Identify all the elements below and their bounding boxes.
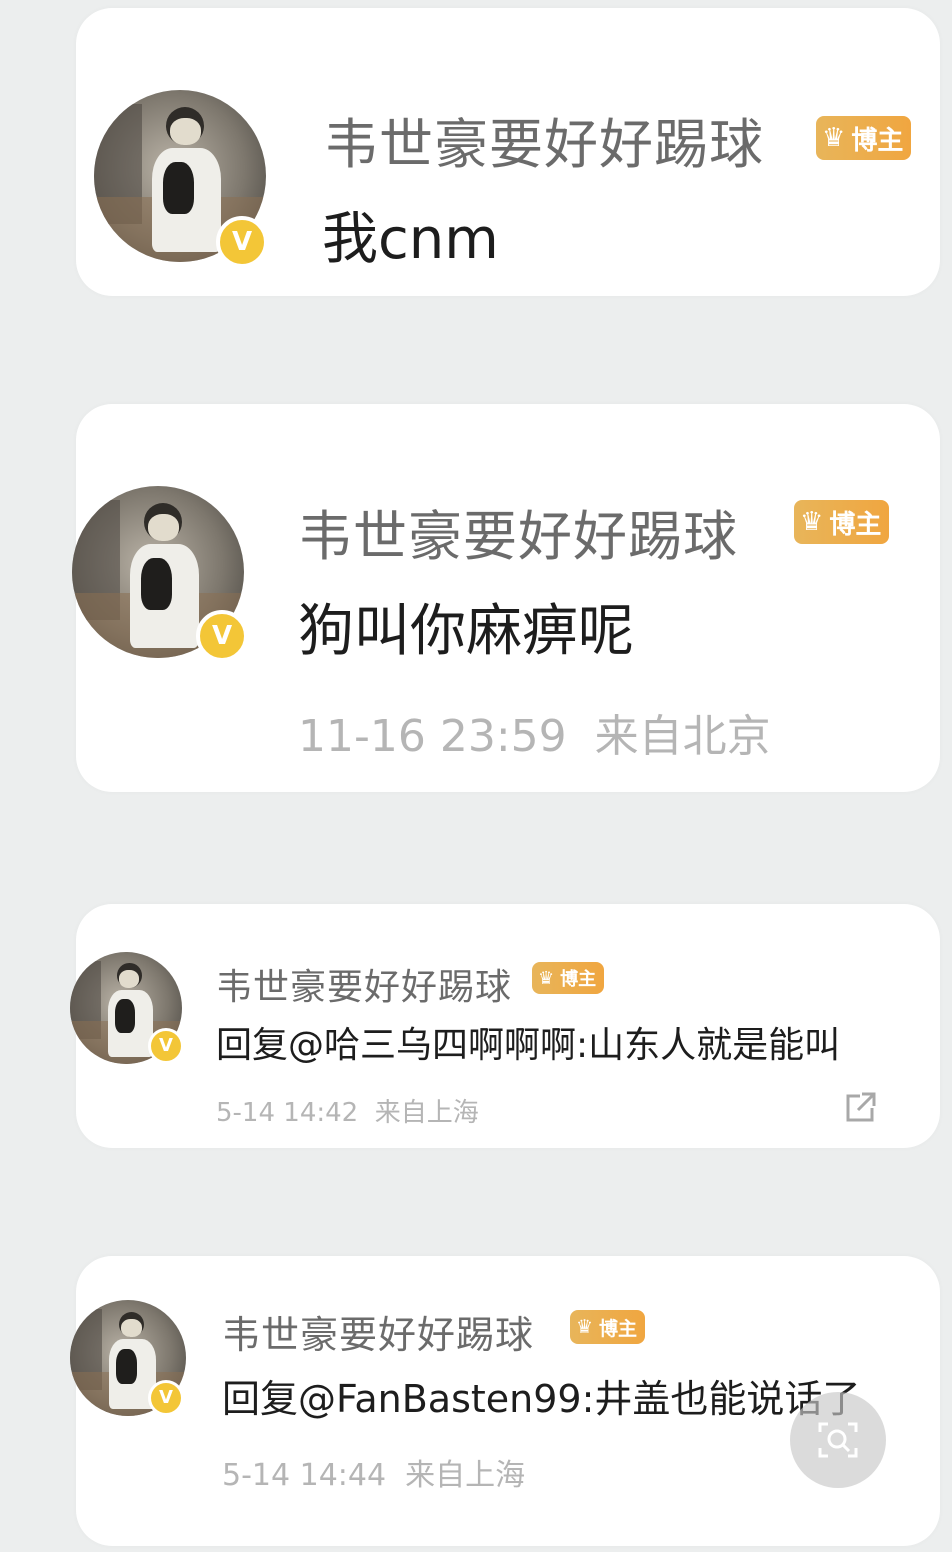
comment-meta: 11-16 23:59 来自北京 bbox=[298, 711, 771, 762]
badge-label: 博主 bbox=[599, 1317, 638, 1340]
blogger-badge: ♛ 博主 bbox=[570, 1310, 646, 1344]
crown-icon: ♛ bbox=[576, 1316, 594, 1338]
comment-meta: 5-14 14:44 来自上海 bbox=[222, 1458, 526, 1493]
username[interactable]: 韦世豪要好好踢球 bbox=[324, 100, 764, 179]
verified-v-icon: V bbox=[148, 1380, 184, 1416]
crown-icon: ♛ bbox=[822, 123, 846, 153]
comment-text: 狗叫你麻痹呢 bbox=[298, 599, 634, 664]
crown-icon: ♛ bbox=[800, 507, 824, 537]
image-search-icon[interactable] bbox=[790, 1392, 886, 1488]
badge-label: 博主 bbox=[851, 125, 904, 156]
verified-v-icon: V bbox=[196, 610, 248, 662]
badge-label: 博主 bbox=[829, 509, 882, 540]
blogger-badge: ♛ 博主 bbox=[816, 116, 912, 160]
verified-v-icon: V bbox=[216, 216, 268, 268]
comment-text: 回复@FanBasten99:井盖也能说话了 bbox=[222, 1377, 861, 1421]
blogger-badge: ♛ 博主 bbox=[794, 500, 890, 544]
username[interactable]: 韦世豪要好好踢球 bbox=[222, 1304, 534, 1359]
crown-icon: ♛ bbox=[538, 967, 555, 989]
comment-text: 回复@哈三乌四啊啊啊:山东人就是能叫 bbox=[216, 1025, 841, 1066]
comment-card[interactable]: V 韦世豪要好好踢球 ♛ 博主 回复@哈三乌四啊啊啊:山东人就是能叫 5-14 … bbox=[70, 904, 940, 1148]
comment-meta: 5-14 14:42 来自上海 bbox=[216, 1098, 479, 1128]
comment-card[interactable]: V 韦世豪要好好踢球 ♛ 博主 我cnm bbox=[76, 8, 940, 296]
blogger-badge: ♛ 博主 bbox=[532, 962, 605, 994]
share-external-icon[interactable] bbox=[842, 1090, 878, 1126]
comment-card[interactable]: V 韦世豪要好好踢球 ♛ 博主 狗叫你麻痹呢 11-16 23:59 来自北京 bbox=[72, 404, 940, 792]
verified-v-icon: V bbox=[148, 1028, 184, 1064]
comment-text: 我cnm bbox=[322, 207, 499, 272]
username[interactable]: 韦世豪要好好踢球 bbox=[216, 958, 512, 1010]
badge-label: 博主 bbox=[560, 969, 597, 990]
username[interactable]: 韦世豪要好好踢球 bbox=[298, 492, 738, 571]
